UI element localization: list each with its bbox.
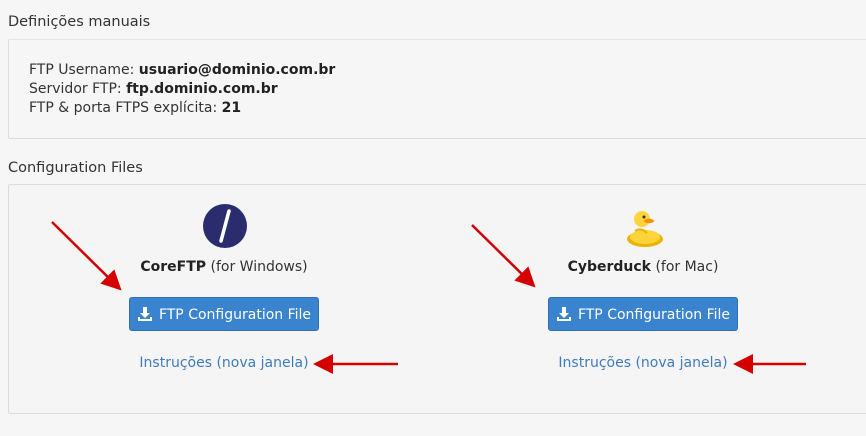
config-files-panel: CoreFTP (for Windows) FTP Configuration … [8, 184, 866, 414]
cyberduck-instructions-link[interactable]: Instruções (nova janela) [523, 355, 763, 371]
ftp-server-row: Servidor FTP: ftp.dominio.com.br [29, 81, 278, 97]
ftp-port-label: FTP & porta FTPS explícita: [29, 100, 218, 116]
cyberduck-button-label: FTP Configuration File [577, 307, 731, 323]
ftp-username-row: FTP Username: usuario@dominio.com.br [29, 62, 335, 78]
config-files-title: Configuration Files [8, 160, 143, 176]
coreftp-logo-icon [203, 204, 247, 248]
coreftp-name: CoreFTP [140, 259, 207, 275]
download-icon [137, 307, 152, 321]
ftp-server-value: ftp.dominio.com.br [126, 81, 278, 97]
cyberduck-config-download-button[interactable]: FTP Configuration File [548, 297, 738, 331]
ftp-port-row: FTP & porta FTPS explícita: 21 [29, 100, 241, 116]
ftp-username-label: FTP Username: [29, 62, 135, 78]
coreftp-instructions-link[interactable]: Instruções (nova janela) [104, 355, 344, 371]
coreftp-app-name: CoreFTP (for Windows) [104, 259, 344, 275]
coreftp-config-download-button[interactable]: FTP Configuration File [129, 297, 319, 331]
cyberduck-app-name: Cyberduck (for Mac) [523, 259, 763, 275]
cyberduck-logo-icon [627, 211, 663, 247]
manual-settings-title: Definições manuais [8, 14, 151, 30]
coreftp-platform: (for Windows) [210, 259, 308, 275]
coreftp-button-label: FTP Configuration File [158, 307, 312, 323]
ftp-username-value: usuario@dominio.com.br [138, 62, 336, 78]
cyberduck-name: Cyberduck [567, 259, 651, 275]
ftp-port-value: 21 [221, 100, 242, 116]
download-icon [556, 307, 571, 321]
cyberduck-platform: (for Mac) [655, 259, 719, 275]
manual-settings-panel: FTP Username: usuario@dominio.com.br Ser… [8, 39, 866, 139]
ftp-server-label: Servidor FTP: [29, 81, 122, 97]
